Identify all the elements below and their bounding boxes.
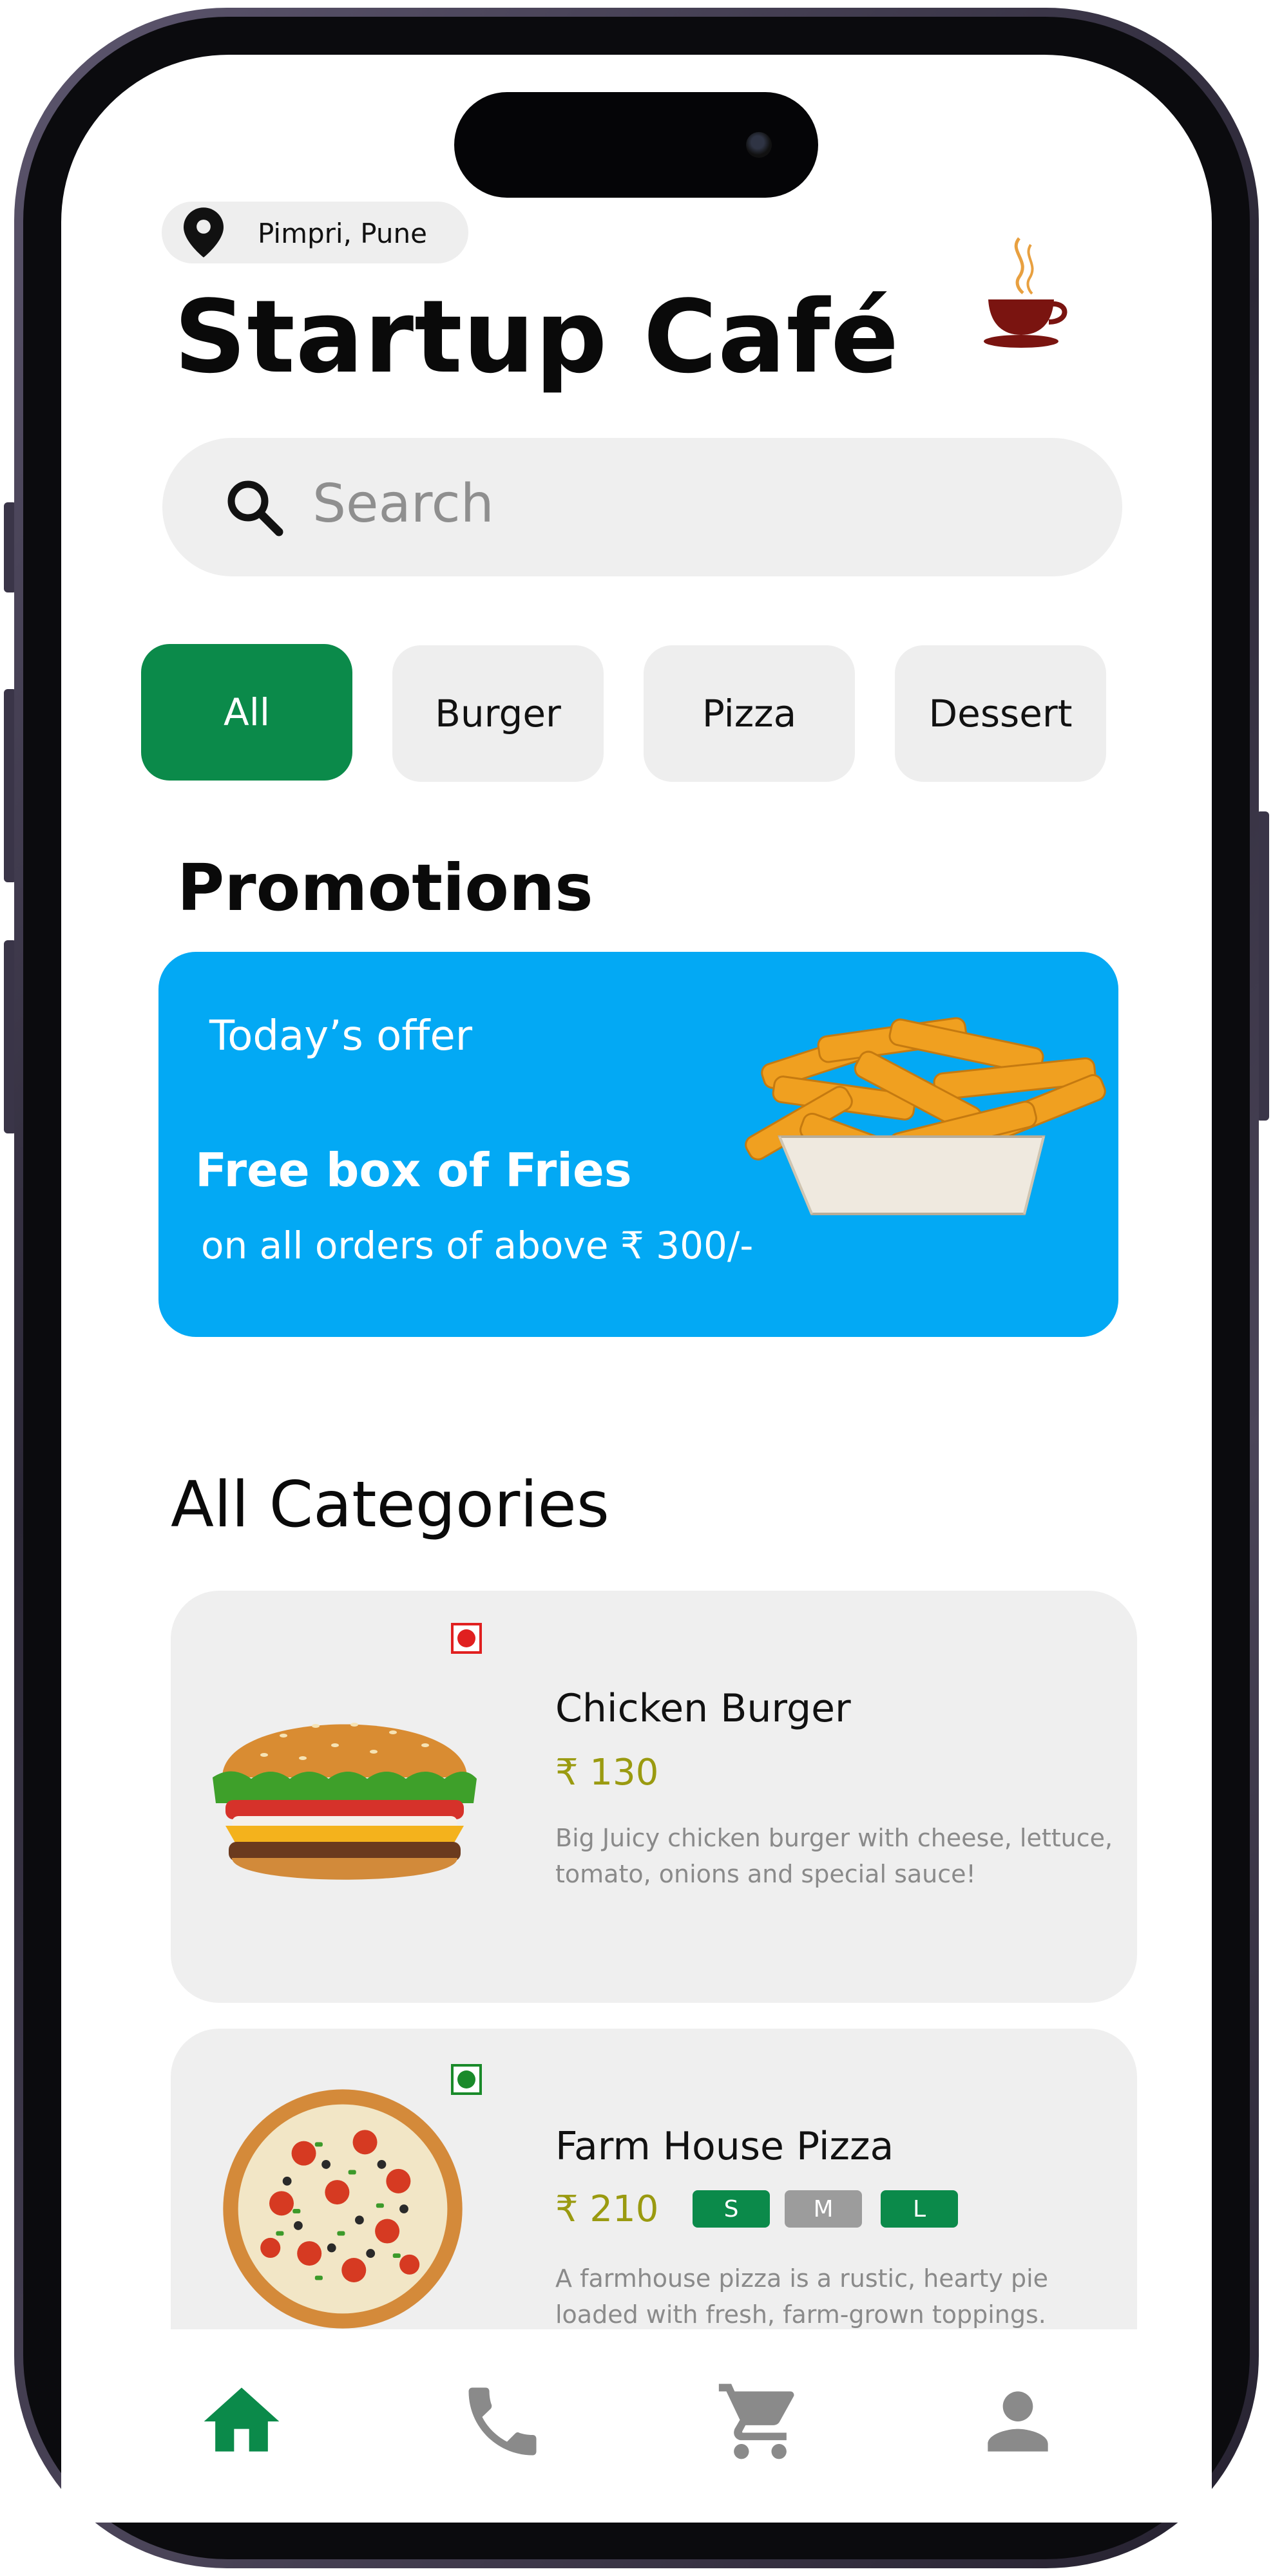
item-description: Big Juicy chicken burger with cheese, le… [555,1824,1113,1888]
home-icon[interactable] [196,2376,287,2467]
size-chip-s[interactable]: S [693,2190,770,2228]
item-name: Chicken Burger [555,1686,851,1731]
fries-image [745,1017,1106,1215]
categories-heading: All Categories [171,1468,609,1542]
promo-offer-subtitle: on all orders of above ₹ 300/- [201,1224,754,1267]
search-icon [227,480,283,536]
item-description: A farmhouse pizza is a rustic, hearty pi… [555,2264,1049,2329]
promo-offer-title: Free box of Fries [195,1143,632,1197]
size-chip-l[interactable]: L [881,2190,958,2228]
size-chip-m[interactable]: M [785,2190,862,2228]
promo-offer-label: Today’s offer [209,1012,473,1060]
filter-chip-pizza[interactable]: Pizza [644,645,855,782]
search-input[interactable]: Search [312,473,494,535]
front-camera [746,132,772,158]
profile-icon[interactable] [973,2376,1063,2467]
cart-icon[interactable] [715,2376,805,2467]
item-price: ₹ 130 [555,1752,659,1794]
page-title: Startup Café [174,278,900,395]
promotions-heading: Promotions [177,850,593,925]
coffee-cup-logo-icon [984,237,1067,348]
item-price: ₹ 210 [555,2188,659,2230]
burger-image [213,1723,477,1880]
location-label: Pimpri, Pune [258,218,427,249]
search-bar[interactable] [162,438,1122,576]
non-veg-icon [451,1623,482,1654]
phone-icon[interactable] [457,2376,548,2467]
filter-chip-burger[interactable]: Burger [392,645,604,782]
filter-chip-all[interactable]: All [141,644,352,781]
filter-chip-dessert[interactable]: Dessert [895,645,1106,782]
item-name: Farm House Pizza [555,2124,894,2169]
pizza-image [223,2089,463,2329]
location-pin-icon [184,207,224,258]
